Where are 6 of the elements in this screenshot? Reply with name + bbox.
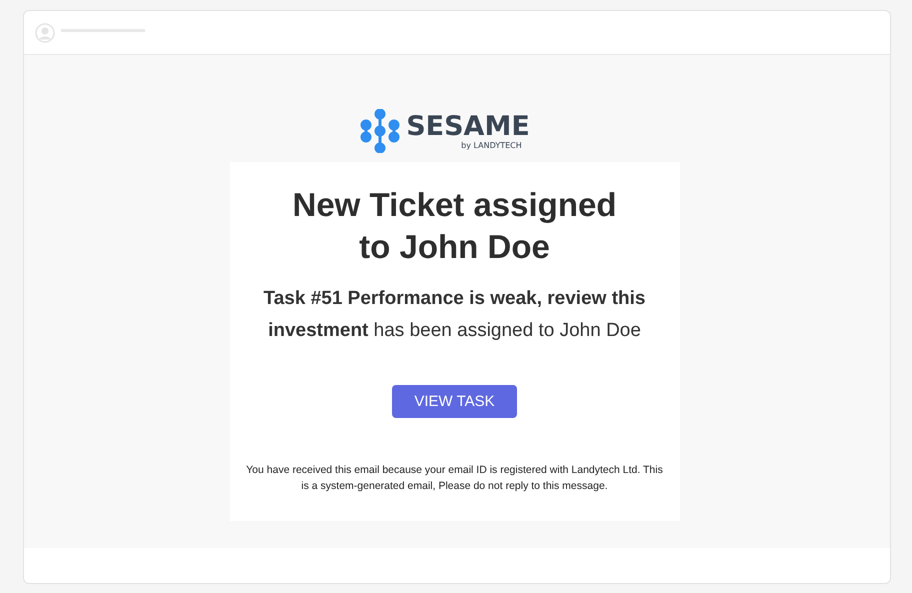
email-title: New Ticket assigned to John Doe [291,185,618,267]
footer-text: You have received this email because your email ID is registered with Landytech Ltd. This is a system-generated email, Please do not reply to this message. [245,463,664,494]
email-message: Task #51 Performance is weak, review this investment has been assigned to John Doe [262,287,646,343]
logo-tagline: by LANDYTECH [461,140,522,150]
view-task-button[interactable]: VIEW TASK [392,385,517,418]
logo-name: SESAME [406,112,530,140]
